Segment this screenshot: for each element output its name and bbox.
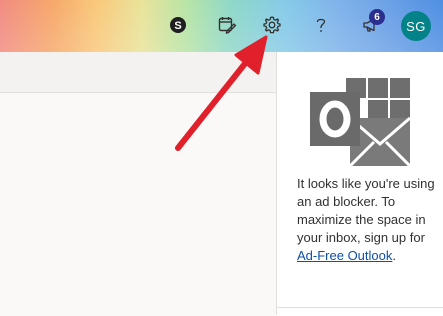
avatar[interactable]: SG: [401, 11, 431, 41]
help-icon: [316, 18, 326, 32]
main-pane: [0, 52, 276, 316]
svg-text:S: S: [174, 20, 181, 32]
notification-badge: 6: [369, 9, 385, 25]
gear-icon: [263, 16, 281, 34]
skype-button[interactable]: S: [165, 12, 191, 38]
settings-button[interactable]: [259, 12, 285, 38]
ad-blocker-message: It looks like you're using an ad blocker…: [297, 175, 439, 265]
ad-free-outlook-link[interactable]: Ad-Free Outlook: [297, 248, 392, 263]
skype-icon: S: [170, 17, 186, 33]
ad-panel-divider: [277, 307, 443, 308]
ad-message-text: It looks like you're using an ad blocker…: [297, 176, 435, 245]
outlook-logo-icon: [310, 78, 410, 166]
reading-pane: [0, 92, 276, 316]
ad-message-trailing: .: [392, 248, 396, 263]
help-button[interactable]: [308, 12, 334, 38]
calendar-edit-icon: [218, 17, 237, 34]
my-day-button[interactable]: [214, 12, 240, 38]
